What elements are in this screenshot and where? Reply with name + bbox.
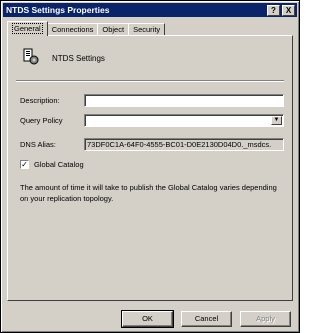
tab-strip: General Connections Object Security (7, 21, 166, 36)
global-catalog-checkbox[interactable]: ✓ (20, 160, 29, 169)
ntds-settings-icon (23, 48, 39, 65)
help-button[interactable]: ? (267, 4, 280, 16)
apply-button[interactable]: Apply (240, 311, 291, 327)
object-name: NTDS Settings (52, 54, 105, 63)
query-policy-label: Query Policy (20, 116, 63, 125)
window-title: NTDS Settings Properties (6, 5, 110, 15)
general-tab-panel: NTDS Settings Description: Query Policy … (7, 35, 293, 301)
query-policy-select[interactable]: ▼ (84, 114, 284, 127)
dns-alias-label: DNS Alias: (20, 140, 56, 149)
global-catalog-description: The amount of time it will take to publi… (20, 183, 277, 203)
dns-alias-field[interactable]: 73DF0C1A-64F0-4555-BC01-D0E2130D04D0._ms… (84, 138, 284, 151)
divider (16, 80, 284, 82)
title-bar[interactable]: NTDS Settings Properties ? X (3, 3, 297, 17)
tab-general[interactable]: General (7, 21, 48, 36)
description-label: Description: (20, 96, 60, 105)
properties-dialog: NTDS Settings Properties ? X General Con… (0, 0, 300, 333)
ok-button[interactable]: OK (121, 310, 174, 328)
global-catalog-label[interactable]: Global Catalog (34, 160, 84, 169)
chevron-down-icon[interactable]: ▼ (271, 116, 282, 125)
description-field[interactable] (84, 94, 284, 107)
close-button[interactable]: X (282, 4, 295, 16)
cancel-button[interactable]: Cancel (181, 311, 232, 327)
